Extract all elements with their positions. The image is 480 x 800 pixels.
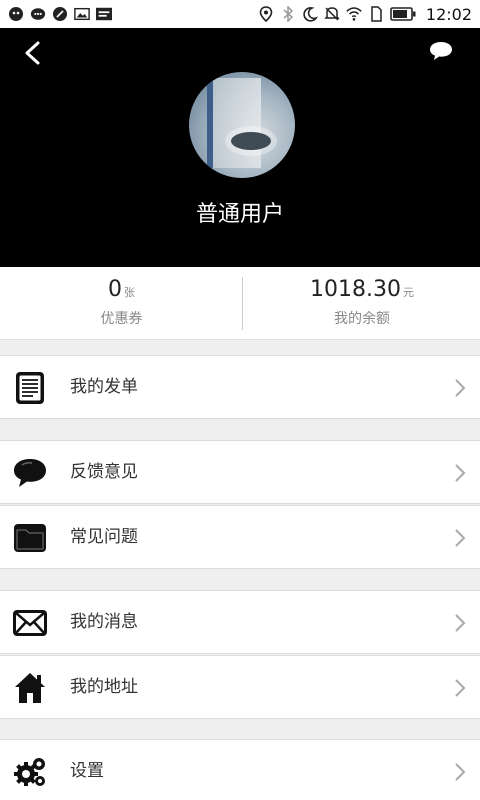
- avatar-book-spine: [207, 80, 213, 168]
- balance-label: 我的余额: [334, 311, 390, 327]
- back-arrow-icon: [25, 41, 40, 65]
- status-right: 12:02: [258, 5, 472, 24]
- profile-header: 普通用户: [0, 28, 480, 267]
- chevron-right-icon: [455, 464, 466, 482]
- balance-value: 1018.30: [310, 277, 401, 302]
- avatar-book-cover: [211, 78, 261, 168]
- menu-label: 设置: [70, 761, 104, 781]
- home-icon: [12, 670, 48, 706]
- location-icon: [258, 6, 274, 22]
- menu-item-faq[interactable]: 常见问题: [0, 505, 480, 569]
- menu-item-address[interactable]: 我的地址: [0, 655, 480, 719]
- status-time: 12:02: [425, 4, 472, 24]
- menu-label: 常见问题: [70, 527, 138, 547]
- status-left: [8, 6, 112, 22]
- chevron-right-icon: [455, 763, 466, 781]
- balance-unit: 元: [402, 286, 414, 299]
- avatar[interactable]: [189, 72, 295, 178]
- moon-icon: [302, 6, 318, 22]
- menu-item-feedback[interactable]: 反馈意见: [0, 440, 480, 504]
- message-button[interactable]: [428, 38, 454, 64]
- coupons-label: 优惠券: [100, 311, 143, 327]
- news-app-icon: [96, 6, 112, 22]
- status-bar: 12:02: [0, 0, 480, 28]
- menu-label: 反馈意见: [70, 462, 138, 482]
- battery-icon: [390, 6, 416, 22]
- sim-icon: [368, 6, 384, 22]
- chevron-right-icon: [455, 679, 466, 697]
- avatar-eye-image: [231, 132, 271, 150]
- menu-item-my-orders[interactable]: 我的发单: [0, 355, 480, 419]
- menu-label: 我的地址: [70, 677, 138, 697]
- mute-icon: [324, 6, 340, 22]
- chevron-right-icon: [455, 379, 466, 397]
- message-icon: [52, 6, 68, 22]
- wechat-icon: [30, 6, 46, 22]
- balance-value-line: 1018.30 元: [244, 277, 480, 306]
- chat-bubble-icon: [12, 455, 48, 491]
- coupons-stat[interactable]: 0张 优惠券: [0, 267, 243, 340]
- coupons-value-line: 0张: [0, 277, 243, 306]
- image-icon: [74, 6, 90, 22]
- coupons-value: 0: [108, 277, 122, 302]
- balance-stat[interactable]: 1018.30 元 我的余额: [244, 267, 480, 340]
- document-icon: [12, 370, 48, 406]
- gears-icon: [12, 754, 48, 790]
- folder-icon: [12, 520, 48, 556]
- menu-item-settings[interactable]: 设置: [0, 739, 480, 800]
- chevron-right-icon: [455, 529, 466, 547]
- back-button[interactable]: [18, 38, 48, 68]
- account-stats: 0张 优惠券 1018.30 元 我的余额: [0, 267, 480, 340]
- menu-item-messages[interactable]: 我的消息: [0, 590, 480, 654]
- wifi-icon: [346, 6, 362, 22]
- username: 普通用户: [195, 202, 284, 227]
- chevron-right-icon: [455, 614, 466, 632]
- chat-bubble-icon: [430, 42, 452, 60]
- envelope-icon: [12, 605, 48, 641]
- bluetooth-icon: [280, 6, 296, 22]
- menu-label: 我的发单: [70, 377, 138, 397]
- coupons-unit: 张: [124, 286, 135, 299]
- stats-divider: [242, 277, 243, 330]
- menu-label: 我的消息: [70, 612, 138, 632]
- qq-icon: [8, 6, 24, 22]
